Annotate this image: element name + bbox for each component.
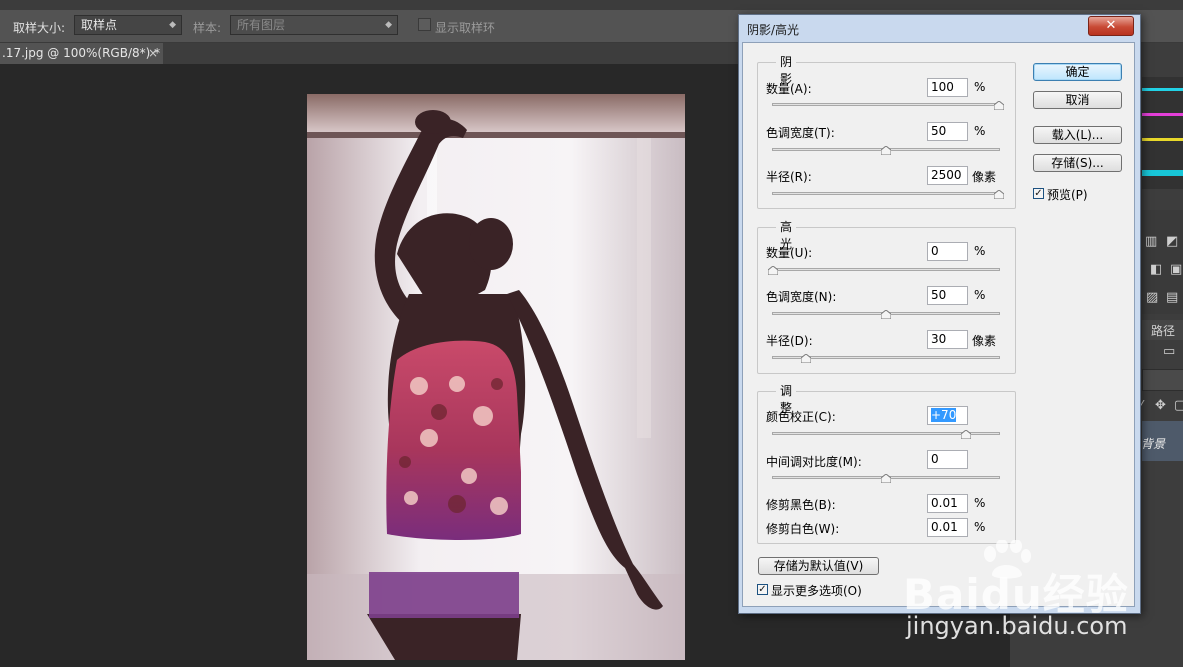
color-correction-label: 颜色校正(C): [766,410,836,424]
more-options-checkbox[interactable]: ✓ [757,584,768,595]
highlights-amount-thumb[interactable] [768,266,778,275]
midtone-contrast-label: 中间调对比度(M): [766,455,862,469]
cancel-button[interactable]: 取消 [1033,91,1122,109]
midtone-contrast-input[interactable]: 0 [927,450,968,469]
selective-color-icon[interactable]: ▤ [1166,290,1178,305]
chevron-updown-icon: ◆ [169,20,176,30]
save-button[interactable]: 存储(S)... [1033,154,1122,172]
shadows-tonal-width-label: 色调宽度(T): [766,126,835,140]
more-options-label: 显示更多选项(O) [771,584,862,598]
sample-size-label: 取样大小: [13,21,66,35]
preview-label: 预览(P) [1047,188,1088,202]
preview-checkbox[interactable]: ✓ [1033,188,1044,199]
dialog-frame-edge [1135,35,1139,595]
shadows-tonal-width-input[interactable]: 50 [927,122,968,141]
shadows-tonal-width-thumb[interactable] [881,146,891,155]
shadows-radius-label: 半径(R): [766,170,812,184]
gradient-map-icon[interactable]: ▨ [1146,290,1158,305]
highlights-radius-unit: 像素 [972,334,997,348]
highlights-amount-unit: % [974,244,986,258]
layer-name: 背景 [1141,437,1166,451]
shadows-amount-input[interactable]: 100 [927,78,968,97]
highlights-amount-input[interactable]: 0 [927,242,968,261]
highlights-tonal-width-label: 色调宽度(N): [766,290,837,304]
color-correction-input[interactable]: +70 [927,406,968,425]
black-clip-input[interactable]: 0.01 [927,494,968,513]
shadows-radius-slider[interactable] [772,192,1000,195]
swatch-teal[interactable] [1142,170,1183,176]
black-clip-unit: % [974,496,986,510]
document-tab-title: .17.jpg @ 100%(RGB/8*) * [2,46,161,60]
highlights-tonal-width-thumb[interactable] [881,310,891,319]
tab-paths[interactable]: 路径 [1151,322,1175,339]
show-sampling-ring-checkbox[interactable] [418,18,431,31]
highlights-radius-input[interactable]: 30 [927,330,968,349]
lock-icon[interactable]: ▢ [1174,398,1183,413]
shadows-radius-unit: 像素 [972,170,997,184]
dialog-title: 阴影/高光 [747,23,800,37]
close-icon[interactable]: ✕ [1088,16,1134,36]
save-as-defaults-button[interactable]: 存储为默认值(V) [758,557,879,575]
white-clip-label: 修剪白色(W): [766,522,840,536]
shadows-radius-input[interactable]: 2500 [927,166,968,185]
blend-mode-select[interactable] [1142,369,1183,391]
levels-icon[interactable]: ▥ [1145,234,1157,249]
highlights-radius-label: 半径(D): [766,334,813,348]
sample-size-value: 取样点 [81,18,118,32]
watermark-url: jingyan.baidu.com [906,612,1128,640]
document-tab[interactable]: .17.jpg @ 100%(RGB/8*) * × [0,43,163,64]
shadows-amount-label: 数量(A): [766,82,812,96]
image-icon: ▭ [1163,344,1176,359]
white-clip-unit: % [974,520,986,534]
midtone-contrast-thumb[interactable] [881,474,891,483]
swatch-magenta[interactable] [1142,113,1183,116]
highlights-amount-label: 数量(U): [766,246,813,260]
white-clip-input[interactable]: 0.01 [927,518,968,537]
shadows-amount-thumb[interactable] [994,101,1004,110]
document-image[interactable] [307,94,685,660]
color-correction-thumb[interactable] [961,430,971,439]
bw-icon[interactable]: ◧ [1150,262,1162,277]
ok-button[interactable]: 确定 [1033,63,1122,81]
shadows-radius-thumb[interactable] [994,190,1004,199]
load-button[interactable]: 载入(L)... [1033,126,1122,144]
swatch-yellow[interactable] [1142,138,1183,141]
show-sampling-ring-label: 显示取样环 [435,21,496,35]
close-tab-icon[interactable]: × [148,43,158,64]
menu-strip [0,0,1183,10]
move-icon[interactable]: ✥ [1155,398,1166,413]
black-clip-label: 修剪黑色(B): [766,498,836,512]
highlights-radius-thumb[interactable] [801,354,811,363]
highlights-tonal-width-unit: % [974,288,986,302]
photo-svg [307,94,685,660]
highlights-amount-slider[interactable] [772,268,1000,271]
sample-label: 样本: [193,21,222,35]
shadows-amount-slider[interactable] [772,103,1000,106]
highlights-tonal-width-input[interactable]: 50 [927,286,968,305]
sample-select[interactable]: 所有图层 ◆ [230,15,398,35]
sample-value: 所有图层 [237,18,286,32]
swatch-cyan[interactable] [1142,88,1183,91]
photo-filter-icon[interactable]: ▣ [1170,262,1182,277]
shadows-tonal-width-unit: % [974,124,986,138]
chevron-updown-icon: ◆ [385,20,392,30]
curves-icon[interactable]: ◩ [1166,234,1178,249]
shadows-amount-unit: % [974,80,986,94]
sample-size-select[interactable]: 取样点 ◆ [74,15,182,35]
